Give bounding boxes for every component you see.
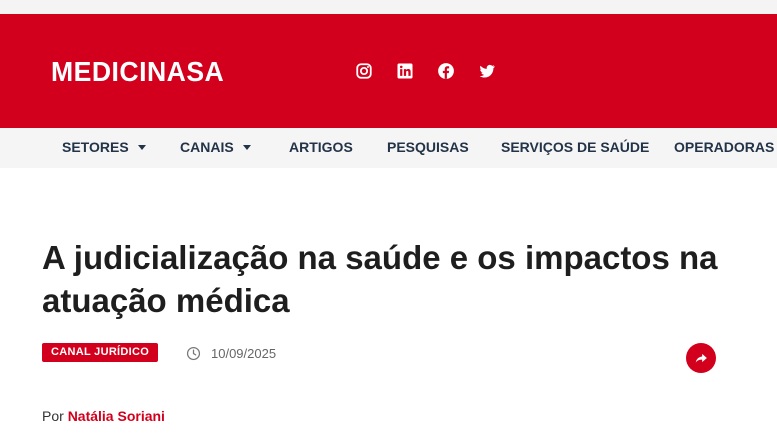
byline: Por Natália Soriani (42, 408, 165, 424)
author-link[interactable]: Natália Soriani (68, 408, 165, 424)
share-button[interactable] (686, 343, 716, 373)
date-text: 10/09/2025 (211, 345, 277, 361)
site-header: MEDICINASA (0, 14, 777, 128)
nav-item-artigos[interactable]: ARTIGOS (289, 128, 353, 168)
nav-item-setores[interactable]: SETORES (62, 128, 146, 168)
top-strip (0, 0, 777, 14)
nav-item-servicos-de-saude[interactable]: SERVIÇOS DE SAÚDE (501, 128, 649, 168)
caret-down-icon (137, 144, 146, 150)
caret-down-icon (242, 144, 251, 150)
byline-prefix: Por (42, 408, 64, 424)
nav-item-pesquisas[interactable]: PESQUISAS (387, 128, 469, 168)
clock-icon (186, 346, 201, 360)
twitter-icon[interactable] (478, 62, 496, 80)
share-icon (695, 353, 707, 363)
facebook-icon[interactable] (437, 62, 455, 80)
category-badge[interactable]: CANAL JURÍDICO (42, 343, 159, 362)
social-links (355, 62, 496, 80)
article-date: 10/09/2025 (186, 344, 276, 362)
nav-item-operadoras[interactable]: OPERADORAS (674, 128, 774, 168)
article-title: A judicialização na saúde e os impactos … (42, 239, 718, 319)
nav-item-canais[interactable]: CANAIS (180, 128, 251, 168)
main-nav: SETORES CANAIS ARTIGOS PESQUISAS SERVIÇO… (0, 128, 777, 168)
instagram-icon[interactable] (355, 62, 373, 80)
site-logo[interactable]: MEDICINASA (51, 56, 224, 88)
linkedin-icon[interactable] (396, 62, 414, 80)
